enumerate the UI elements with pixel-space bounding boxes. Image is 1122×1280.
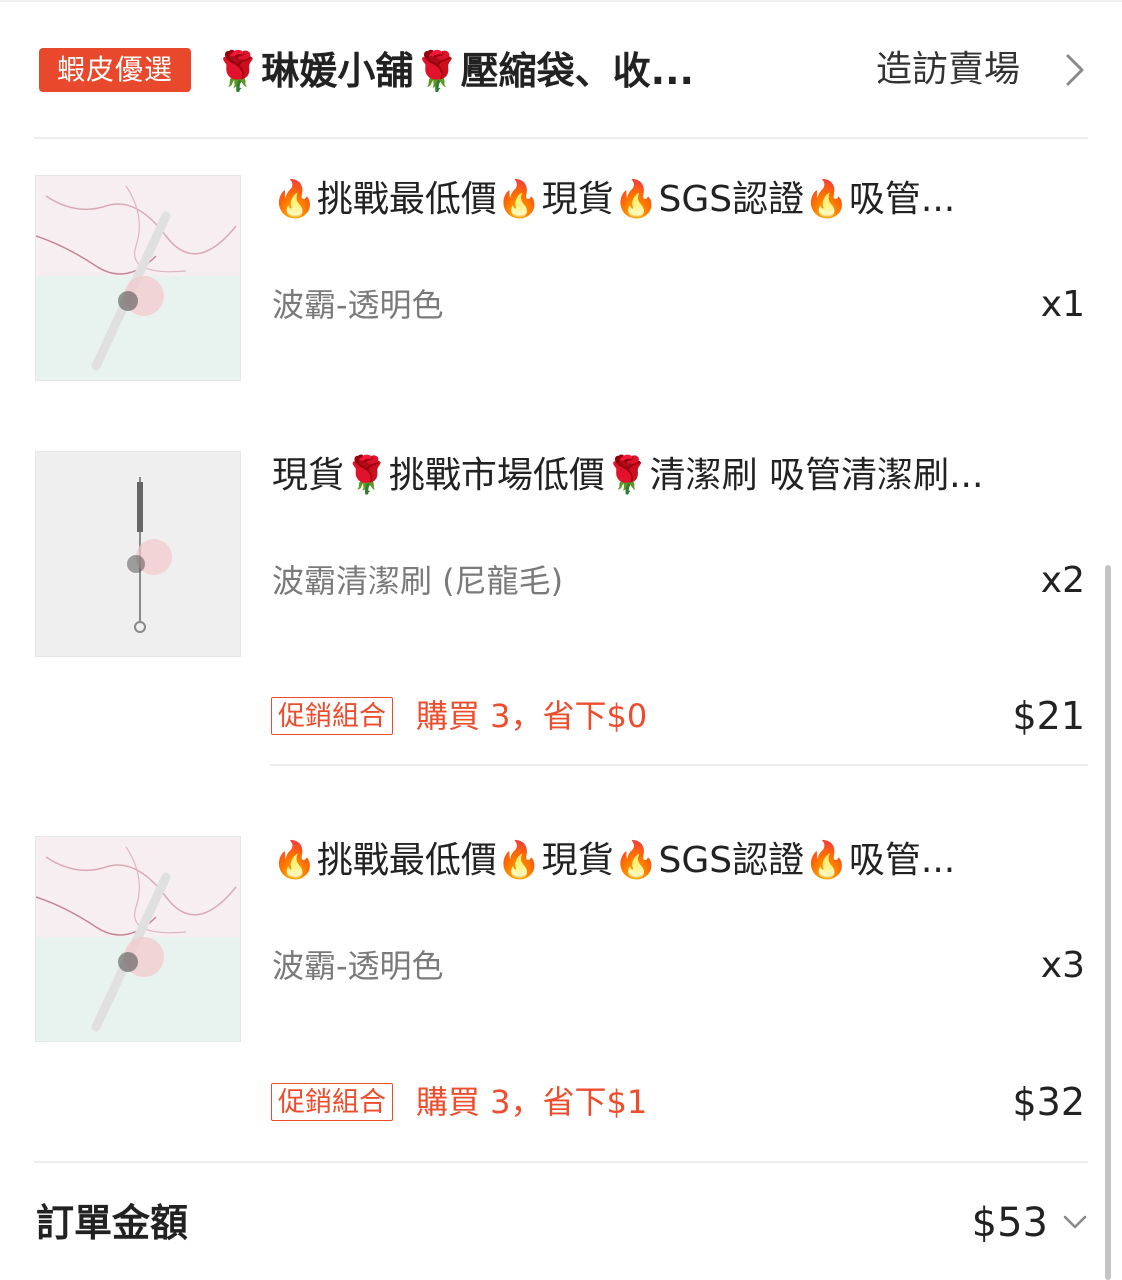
promo-bundle-tag: 促銷組合 [271, 697, 393, 735]
shopee-choice-badge: 蝦皮優選 [39, 48, 191, 92]
item-quantity: x1 [1040, 284, 1085, 325]
promo-bundle-price: $21 [1012, 694, 1085, 738]
header-divider [34, 137, 1088, 139]
scrollbar[interactable] [1105, 565, 1111, 1280]
item-title[interactable]: 🔥挑戰最低價🔥現貨🔥SGS認證🔥吸管... [272, 172, 1082, 228]
promo-divider [270, 764, 1088, 766]
item-variant: 波霸-透明色 [272, 286, 444, 324]
order-total-value[interactable]: $53 [900, 1195, 1048, 1251]
item-variant: 波霸-透明色 [272, 947, 444, 985]
visit-shop-link[interactable]: 造訪賣場 [876, 42, 1046, 98]
product-thumbnail[interactable] [35, 175, 241, 381]
chevron-down-icon[interactable] [1060, 1207, 1090, 1237]
item-variant: 波霸清潔刷 (尼龍毛) [272, 562, 564, 600]
promo-bundle-price: $32 [1012, 1080, 1085, 1124]
product-thumbnail[interactable] [35, 451, 241, 657]
promo-bundle-tag: 促銷組合 [271, 1083, 393, 1121]
top-edge [0, 0, 1122, 2]
item-quantity: x3 [1040, 945, 1085, 986]
promo-bundle-text[interactable]: 購買 3，省下$1 [416, 1081, 866, 1123]
product-thumbnail[interactable] [35, 836, 241, 1042]
shop-name[interactable]: 🌹琳媛小舖🌹壓縮袋、收... [214, 36, 824, 106]
item-title[interactable]: 🔥挑戰最低價🔥現貨🔥SGS認證🔥吸管... [272, 833, 1082, 889]
total-divider [34, 1161, 1088, 1163]
item-quantity: x2 [1040, 560, 1085, 601]
chevron-right-icon[interactable] [1058, 52, 1090, 88]
item-title[interactable]: 現貨🌹挑戰市場低價🌹清潔刷 吸管清潔刷... [272, 448, 1086, 504]
order-total-label: 訂單金額 [36, 1201, 189, 1245]
promo-bundle-text[interactable]: 購買 3，省下$0 [416, 695, 866, 737]
